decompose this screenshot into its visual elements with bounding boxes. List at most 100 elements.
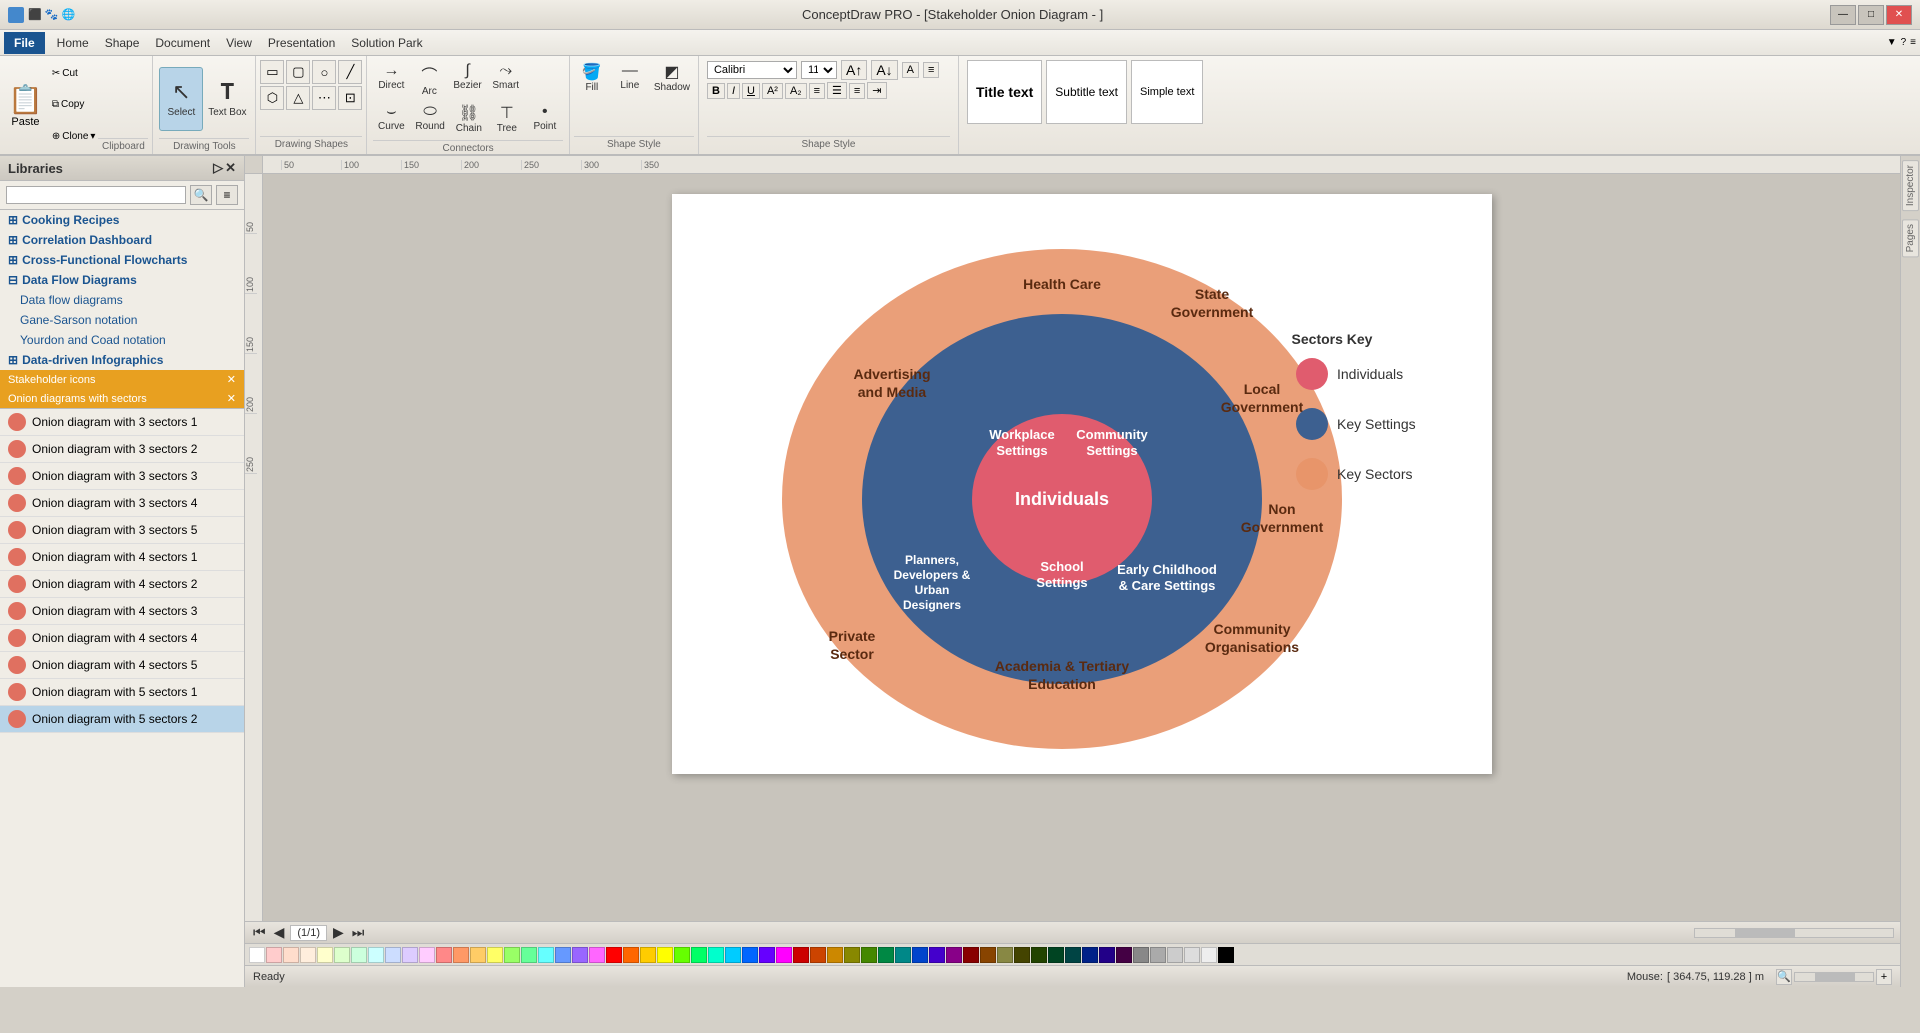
color-very-dark-green[interactable] [1031, 947, 1047, 963]
font-selector[interactable]: Calibri Arial Times New Roman [707, 61, 797, 79]
color-19[interactable] [572, 947, 588, 963]
color-dark-green[interactable] [861, 947, 877, 963]
diagram-item-7[interactable]: Onion diagram with 4 sectors 3 [0, 598, 244, 625]
lib-data-flow[interactable]: ⊟ Data Flow Diagrams [0, 270, 244, 290]
shape7[interactable]: ⋯ [312, 86, 336, 110]
round-button[interactable]: ⬭ Round [411, 101, 448, 136]
subscript-button[interactable]: A₂ [785, 83, 807, 99]
color-sky[interactable] [725, 947, 741, 963]
canvas-scroll[interactable]: Individuals Workplace Settings Community… [263, 174, 1900, 921]
tree-button[interactable]: ⊤ Tree [489, 101, 525, 136]
libraries-list-button[interactable]: ≡ [216, 185, 238, 205]
onion-diagrams-close[interactable]: ✕ [227, 392, 236, 405]
horizontal-scrollbar[interactable] [1694, 928, 1894, 938]
nav-last-button[interactable]: ⏭ [350, 924, 367, 941]
nav-prev-button[interactable]: ◀ [272, 924, 287, 941]
color-3[interactable] [300, 947, 316, 963]
menu-home[interactable]: Home [49, 32, 97, 54]
clone-button[interactable]: ⊕ Clone ▾ [49, 130, 99, 143]
color-dark-forest[interactable] [1048, 947, 1064, 963]
decrease-font-button[interactable]: A↓ [871, 60, 897, 80]
color-navy[interactable] [912, 947, 928, 963]
zoom-out-button[interactable]: 🔍 [1776, 969, 1792, 985]
line-style-button[interactable]: — Line [612, 60, 648, 95]
lib-data-flow-sub3[interactable]: Yourdon and Coad notation [0, 330, 244, 350]
color-lighter-gray[interactable] [1167, 947, 1183, 963]
color-13[interactable] [470, 947, 486, 963]
diagram-item-3[interactable]: Onion diagram with 3 sectors 4 [0, 490, 244, 517]
color-dark-navy[interactable] [1082, 947, 1098, 963]
diagram-item-10[interactable]: Onion diagram with 5 sectors 1 [0, 679, 244, 706]
subtitle-text-button[interactable]: Subtitle text [1046, 60, 1127, 124]
lib-data-flow-sub2[interactable]: Gane-Sarson notation [0, 310, 244, 330]
ribbon-minimize-button[interactable]: ▼ [1887, 37, 1897, 48]
color-12[interactable] [453, 947, 469, 963]
select-button[interactable]: ↖ Select [159, 67, 203, 131]
color-black[interactable] [1218, 947, 1234, 963]
lib-cooking-recipes[interactable]: ⊞ Cooking Recipes [0, 210, 244, 230]
color-very-light-gray[interactable] [1184, 947, 1200, 963]
shadow-button[interactable]: ◩ Shadow [650, 60, 694, 95]
maximize-button[interactable]: □ [1858, 5, 1884, 25]
rounded-rect-shape[interactable]: ▢ [286, 60, 310, 84]
color-17[interactable] [538, 947, 554, 963]
color-lime[interactable] [674, 947, 690, 963]
color-dark-red[interactable] [793, 947, 809, 963]
shape6[interactable]: △ [286, 86, 310, 110]
cut-button[interactable]: ✂ Cut [49, 67, 99, 80]
color-2[interactable] [283, 947, 299, 963]
stakeholder-icons-close[interactable]: ✕ [227, 373, 236, 386]
close-button[interactable]: ✕ [1886, 5, 1912, 25]
line-shape[interactable]: ╱ [338, 60, 362, 84]
direct-button[interactable]: → Direct [373, 60, 409, 99]
color-dark-indigo[interactable] [1099, 947, 1115, 963]
minimize-button[interactable]: — [1830, 5, 1856, 25]
ribbon-extra-button[interactable]: ≡ [1910, 37, 1916, 48]
color-16[interactable] [521, 947, 537, 963]
circle-shape[interactable]: ○ [312, 60, 336, 84]
arc-button[interactable]: ⌒ Arc [411, 60, 447, 99]
zoom-slider[interactable] [1794, 972, 1874, 982]
lib-data-flow-sub1[interactable]: Data flow diagrams [0, 290, 244, 310]
color-4[interactable] [317, 947, 333, 963]
color-dark-magenta[interactable] [1116, 947, 1132, 963]
text-box-button[interactable]: 𝐓 Text Box [205, 67, 249, 131]
menu-presentation[interactable]: Presentation [260, 32, 343, 54]
color-6[interactable] [351, 947, 367, 963]
chain-button[interactable]: ⛓ Chain [451, 101, 487, 136]
diagram-item-1[interactable]: Onion diagram with 3 sectors 2 [0, 436, 244, 463]
diagram-item-4[interactable]: Onion diagram with 3 sectors 5 [0, 517, 244, 544]
smart-button[interactable]: ⤳ Smart [488, 60, 524, 99]
align-right-button[interactable]: ≡ [849, 83, 865, 99]
color-5[interactable] [334, 947, 350, 963]
curve-button[interactable]: ⌣ Curve [373, 101, 409, 136]
nav-next-button[interactable]: ▶ [331, 924, 346, 941]
simple-text-button[interactable]: Simple text [1131, 60, 1203, 124]
color-orange[interactable] [623, 947, 639, 963]
color-olive[interactable] [844, 947, 860, 963]
zoom-in-button[interactable]: + [1876, 969, 1892, 985]
diagram-item-0[interactable]: Onion diagram with 3 sectors 1 [0, 409, 244, 436]
lib-data-driven[interactable]: ⊞ Data-driven Infographics [0, 350, 244, 370]
diagram-item-5[interactable]: Onion diagram with 4 sectors 1 [0, 544, 244, 571]
diagram-item-6[interactable]: Onion diagram with 4 sectors 2 [0, 571, 244, 598]
diagram-item-2[interactable]: Onion diagram with 3 sectors 3 [0, 463, 244, 490]
libraries-search-input[interactable] [6, 186, 186, 204]
fill-button[interactable]: 🪣 Fill [574, 60, 610, 95]
color-white[interactable] [249, 947, 265, 963]
color-green[interactable] [691, 947, 707, 963]
color-dark-yellow[interactable] [827, 947, 843, 963]
color-1[interactable] [266, 947, 282, 963]
ribbon-help-button[interactable]: ? [1901, 37, 1907, 48]
rect-shape[interactable]: ▭ [260, 60, 284, 84]
shape5[interactable]: ⬡ [260, 86, 284, 110]
bezier-button[interactable]: ∫ Bezier [449, 60, 485, 99]
color-teal[interactable] [895, 947, 911, 963]
italic-button[interactable]: I [727, 83, 740, 99]
pages-tab[interactable]: Pages [1902, 219, 1919, 257]
onion-diagrams-tab[interactable]: Onion diagrams with sectors ✕ [0, 389, 244, 408]
stakeholder-icons-tab[interactable]: Stakeholder icons ✕ [0, 370, 244, 389]
paste-button[interactable]: 📋 Paste [4, 58, 47, 152]
shape8[interactable]: ⊡ [338, 86, 362, 110]
color-15[interactable] [504, 947, 520, 963]
